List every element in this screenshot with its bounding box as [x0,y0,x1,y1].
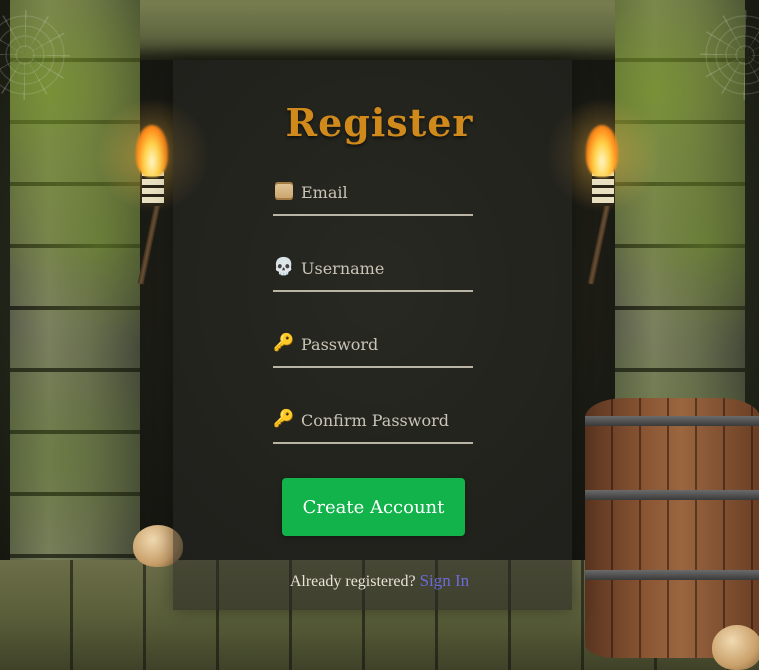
email-field[interactable] [273,174,475,216]
skull-icon: 💀 [273,257,295,277]
barrel-hoop [585,416,759,426]
page-title: Register [285,100,474,145]
signin-prompt-text: Already registered? [289,573,416,590]
key-icon: 🔑 [273,409,295,429]
key-icon: 🔑 [273,333,295,353]
password-field[interactable]: 🔑 [273,326,475,368]
password-input[interactable] [299,328,475,360]
username-input[interactable] [299,252,475,284]
wooden-barrel [585,398,759,658]
skull-decoration [712,625,759,670]
signin-prompt-line: Already registered? Sign In [0,571,759,591]
barrel-hoop [585,490,759,500]
signin-link[interactable]: Sign In [420,571,470,590]
confirm-password-input[interactable] [299,404,475,436]
right-torch [548,95,658,285]
username-field[interactable]: 💀 [273,250,475,292]
left-torch [98,95,208,285]
confirm-password-field[interactable]: 🔑 [273,402,475,444]
stone-lintel [100,0,660,60]
email-input[interactable] [299,176,475,208]
scroll-icon [273,180,295,202]
create-account-button[interactable]: Create Account [282,478,465,536]
